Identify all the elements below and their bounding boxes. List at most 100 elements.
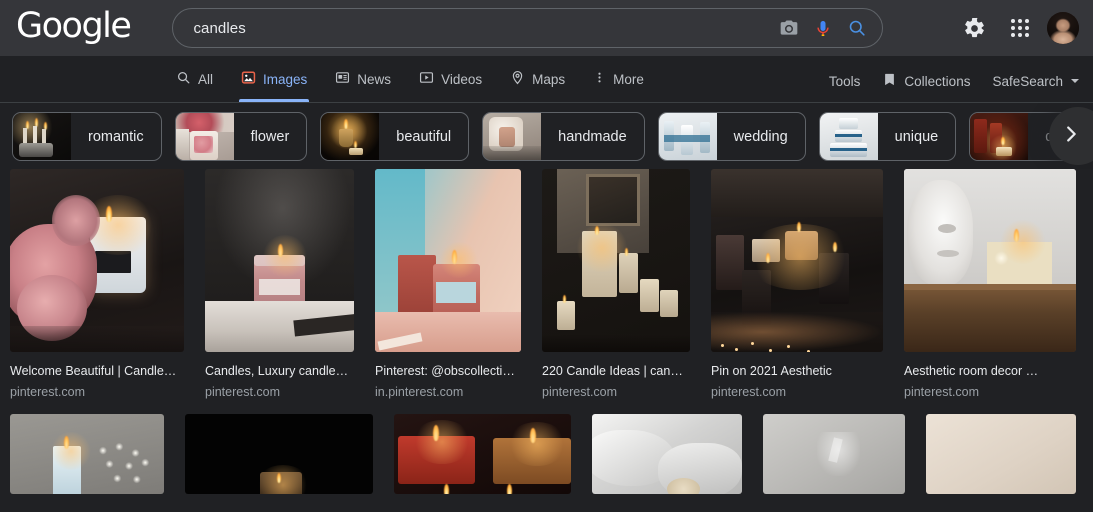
result-card[interactable]: 220 Candle Ideas | can… pinterest.com: [542, 169, 690, 400]
chip-thumbnail: [970, 113, 1028, 160]
news-icon: [335, 70, 350, 88]
apps-grid-icon[interactable]: [1001, 9, 1039, 47]
header-actions: [955, 9, 1079, 47]
tab-images[interactable]: Images: [227, 56, 321, 102]
result-site: pinterest.com: [904, 384, 1076, 400]
tools-button[interactable]: Tools: [829, 74, 861, 89]
tab-more[interactable]: More: [579, 56, 658, 102]
nav-right-actions: Tools Collections SafeSearch: [829, 72, 1079, 90]
result-site: in.pinterest.com: [375, 384, 521, 400]
tab-label: Videos: [441, 72, 482, 87]
bookmark-icon: [882, 72, 897, 90]
tab-label: News: [357, 72, 391, 87]
result-thumbnail[interactable]: [592, 414, 742, 494]
account-avatar[interactable]: [1047, 12, 1079, 44]
result-thumbnail[interactable]: [375, 169, 521, 352]
result-card[interactable]: [592, 414, 742, 505]
safesearch-dropdown[interactable]: SafeSearch: [992, 74, 1079, 89]
result-card[interactable]: [394, 414, 571, 505]
chip-handmade[interactable]: handmade: [482, 112, 645, 161]
chip-label: beautiful: [379, 113, 468, 160]
result-card[interactable]: [10, 414, 164, 505]
result-card[interactable]: [763, 414, 905, 505]
tab-videos[interactable]: Videos: [405, 56, 496, 102]
search-submit-icon[interactable]: [840, 11, 874, 45]
results-row-1: Welcome Beautiful | Candle… pinterest.co…: [10, 169, 1083, 400]
result-card[interactable]: [185, 414, 373, 505]
tab-maps[interactable]: Maps: [496, 56, 579, 102]
related-searches-chips: romantic flower: [0, 103, 1093, 169]
gear-icon[interactable]: [955, 9, 993, 47]
active-tab-underline: [239, 99, 309, 102]
result-thumbnail[interactable]: [763, 414, 905, 494]
google-logo[interactable]: Google: [16, 9, 130, 48]
chip-thumbnail: [483, 113, 541, 160]
result-title[interactable]: Pin on 2021 Aesthetic: [711, 363, 883, 379]
result-card[interactable]: Candles, Luxury candle… pinterest.com: [205, 169, 354, 400]
image-icon: [241, 70, 256, 88]
result-thumbnail[interactable]: [711, 169, 883, 352]
result-title[interactable]: 220 Candle Ideas | can…: [542, 363, 690, 379]
tab-label: Images: [263, 72, 307, 87]
result-card[interactable]: Pinterest: @obscollecti… in.pinterest.co…: [375, 169, 521, 400]
result-thumbnail[interactable]: [10, 169, 184, 352]
chip-beautiful[interactable]: beautiful: [320, 112, 469, 161]
results-row-2: [10, 414, 1083, 505]
map-pin-icon: [510, 70, 525, 88]
result-title[interactable]: Aesthetic room decor …: [904, 363, 1076, 379]
safesearch-label: SafeSearch: [992, 74, 1063, 89]
camera-icon[interactable]: [772, 11, 806, 45]
chip-wedding[interactable]: wedding: [658, 112, 806, 161]
search-input[interactable]: [193, 20, 772, 37]
tools-label: Tools: [829, 74, 861, 89]
search-icon: [176, 70, 191, 88]
chip-label: romantic: [71, 113, 161, 160]
result-site: pinterest.com: [542, 384, 690, 400]
result-thumbnail[interactable]: [542, 169, 690, 352]
image-results-grid: Welcome Beautiful | Candle… pinterest.co…: [0, 169, 1093, 505]
collections-label: Collections: [904, 74, 970, 89]
chip-romantic[interactable]: romantic: [12, 112, 162, 161]
microphone-icon[interactable]: [806, 11, 840, 45]
result-site: pinterest.com: [10, 384, 184, 400]
video-icon: [419, 70, 434, 88]
chevron-right-icon: [1060, 123, 1082, 150]
result-thumbnail[interactable]: [205, 169, 354, 352]
result-site: pinterest.com: [711, 384, 883, 400]
more-vertical-icon: [593, 70, 606, 88]
tab-label: More: [613, 72, 644, 87]
result-title[interactable]: Welcome Beautiful | Candle…: [10, 363, 184, 379]
chevron-down-icon: [1071, 79, 1079, 83]
chip-thumbnail: [321, 113, 379, 160]
tab-label: All: [198, 72, 213, 87]
chips-scroller[interactable]: romantic flower: [12, 112, 1093, 161]
chip-thumbnail: [820, 113, 878, 160]
nav-tabs: All Images: [172, 56, 658, 102]
result-thumbnail[interactable]: [10, 414, 164, 494]
result-title[interactable]: Pinterest: @obscollecti…: [375, 363, 521, 379]
result-thumbnail[interactable]: [926, 414, 1076, 494]
avatar-image: [1047, 12, 1079, 44]
result-title[interactable]: Candles, Luxury candle…: [205, 363, 354, 379]
result-thumbnail[interactable]: [904, 169, 1076, 352]
chip-flower[interactable]: flower: [175, 112, 308, 161]
result-card[interactable]: Aesthetic room decor … pinterest.com: [904, 169, 1076, 400]
tab-label: Maps: [532, 72, 565, 87]
result-thumbnail[interactable]: [394, 414, 571, 494]
search-bar[interactable]: [172, 8, 883, 48]
chip-thumbnail: [13, 113, 71, 160]
apps-dots: [1011, 19, 1029, 37]
result-card[interactable]: [926, 414, 1076, 505]
chip-thumbnail: [659, 113, 717, 160]
tab-all[interactable]: All: [172, 56, 227, 102]
tab-news[interactable]: News: [321, 56, 405, 102]
result-card[interactable]: Welcome Beautiful | Candle… pinterest.co…: [10, 169, 184, 400]
result-thumbnail[interactable]: [185, 414, 373, 494]
collections-button[interactable]: Collections: [882, 72, 970, 90]
chip-thumbnail: [176, 113, 234, 160]
chip-label: flower: [234, 113, 307, 160]
chip-unique[interactable]: unique: [819, 112, 957, 161]
page-header: Google: [0, 0, 1093, 56]
result-card[interactable]: Pin on 2021 Aesthetic pinterest.com: [711, 169, 883, 400]
chip-label: unique: [878, 113, 956, 160]
